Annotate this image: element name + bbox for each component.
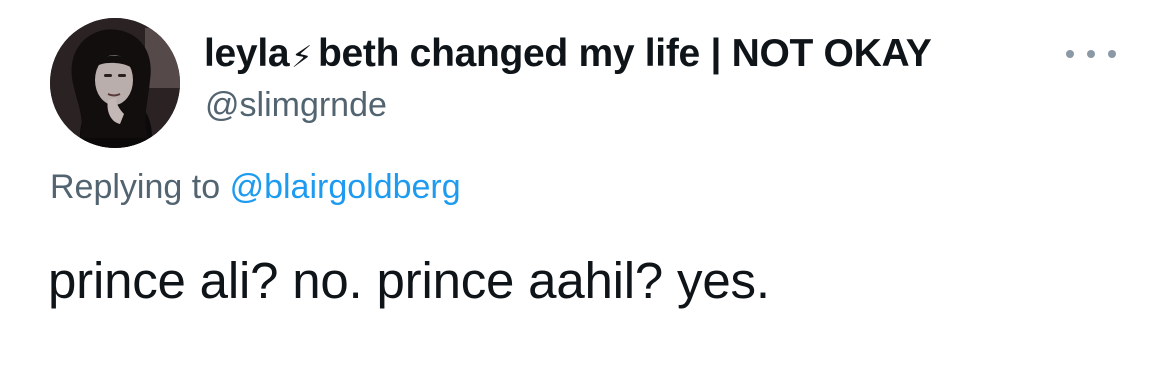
lightning-bolt-icon: ⚡ xyxy=(291,41,313,74)
author-handle[interactable]: @slimgrnde xyxy=(205,86,387,125)
display-name-suffix: beth changed my life | NOT OKAY xyxy=(318,32,932,75)
tweet-text: prince ali? no. prince aahil? yes. xyxy=(48,252,770,309)
tweet-card[interactable]: leyla⚡ beth changed my life | NOT OKAY @s… xyxy=(0,0,1170,389)
author-name-row: leyla⚡ beth changed my life | NOT OKAY xyxy=(204,30,932,78)
author-display-name[interactable]: leyla⚡ beth changed my life | NOT OKAY xyxy=(204,32,932,76)
more-dot xyxy=(1087,50,1095,58)
reply-mention-link[interactable]: @blairgoldberg xyxy=(230,168,461,206)
replying-to-label: Replying to xyxy=(50,168,221,206)
more-options-icon[interactable] xyxy=(1066,44,1116,64)
avatar-photo-icon xyxy=(50,18,180,148)
replying-to-line: Replying to @blairgoldberg xyxy=(50,168,461,207)
author-avatar[interactable] xyxy=(50,18,180,148)
more-dot xyxy=(1066,50,1074,58)
more-dot xyxy=(1108,50,1116,58)
display-name-prefix: leyla xyxy=(204,32,290,75)
